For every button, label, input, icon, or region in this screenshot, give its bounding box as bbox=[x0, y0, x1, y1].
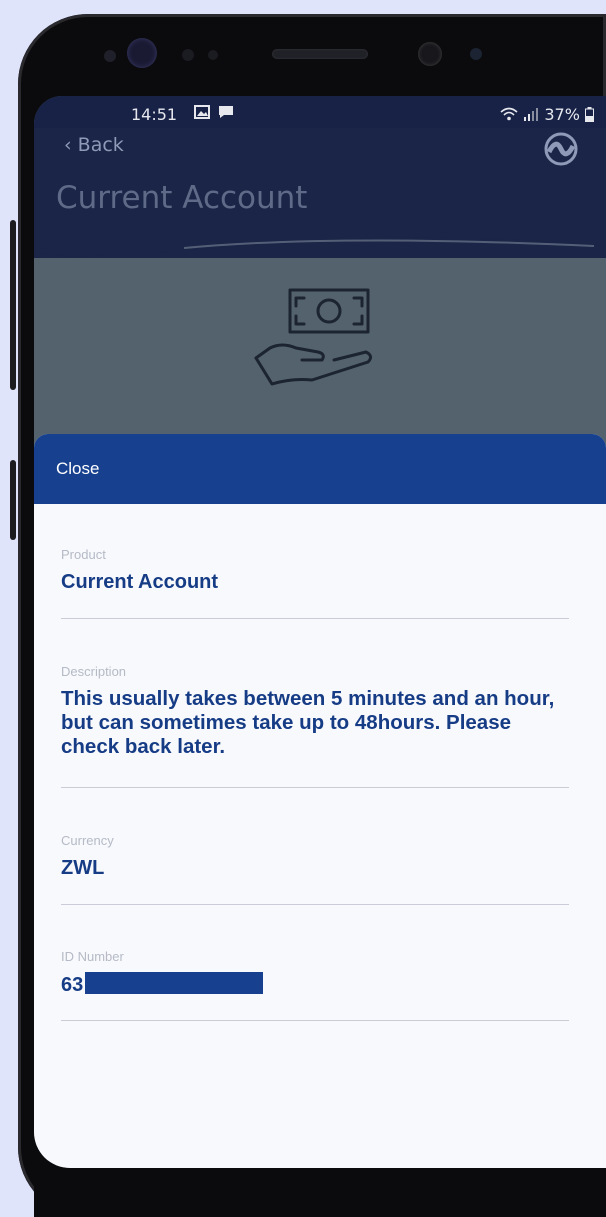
front-camera bbox=[418, 42, 442, 66]
signal-icon bbox=[524, 108, 539, 121]
currency-field: Currency ZWL bbox=[61, 833, 569, 880]
message-icon bbox=[218, 106, 233, 118]
close-button[interactable]: Close bbox=[56, 459, 99, 478]
wifi-icon bbox=[500, 107, 518, 121]
details-sheet: Close Product Current Account Descriptio… bbox=[34, 434, 606, 1168]
divider bbox=[61, 1020, 569, 1021]
currency-label: Currency bbox=[61, 833, 114, 848]
battery-icon bbox=[585, 107, 594, 123]
divider bbox=[61, 618, 569, 619]
description-value: This usually takes between 5 minutes and… bbox=[61, 687, 555, 758]
volume-button bbox=[10, 220, 16, 390]
status-right: 37% bbox=[500, 105, 594, 124]
redaction-block bbox=[85, 972, 264, 994]
back-button[interactable]: ‹ Back bbox=[64, 134, 124, 156]
currency-value: ZWL bbox=[61, 857, 105, 879]
hand-money-icon bbox=[254, 288, 373, 386]
page-title: Current Account bbox=[56, 180, 308, 216]
logo-icon bbox=[544, 132, 578, 166]
id-number-field: ID Number 63 bbox=[61, 949, 569, 997]
bixby-button bbox=[10, 460, 16, 540]
header-wave bbox=[34, 226, 606, 257]
phone-chin bbox=[34, 1168, 606, 1217]
front-camera-2 bbox=[470, 48, 482, 60]
id-number-value: 63 bbox=[61, 972, 569, 997]
product-label: Product bbox=[61, 547, 106, 562]
divider bbox=[61, 904, 569, 905]
light-sensor-2 bbox=[208, 50, 218, 60]
divider bbox=[61, 787, 569, 788]
id-number-label: ID Number bbox=[61, 949, 124, 964]
status-left-icons bbox=[194, 105, 234, 120]
phone-sensors bbox=[0, 36, 606, 76]
image-icon bbox=[194, 105, 210, 119]
status-time: 14:51 bbox=[131, 105, 178, 124]
iris-sensor bbox=[127, 38, 157, 68]
id-number-text: 63 bbox=[61, 974, 84, 996]
product-field: Product Current Account bbox=[61, 547, 569, 594]
battery-text: 37% bbox=[544, 105, 580, 124]
light-sensor bbox=[182, 49, 194, 61]
sheet-header: Close bbox=[34, 434, 606, 504]
product-value: Current Account bbox=[61, 571, 219, 593]
proximity-sensor bbox=[104, 50, 116, 62]
phone-screen: 14:51 37% ‹ Back Current Account Close P… bbox=[34, 96, 606, 1168]
earpiece-speaker bbox=[272, 49, 368, 59]
chevron-left-icon: ‹ bbox=[64, 134, 72, 156]
back-label: Back bbox=[77, 134, 124, 156]
description-field: Description This usually takes between 5… bbox=[61, 664, 569, 759]
description-label: Description bbox=[61, 664, 127, 679]
status-bar: 14:51 37% bbox=[34, 96, 606, 128]
